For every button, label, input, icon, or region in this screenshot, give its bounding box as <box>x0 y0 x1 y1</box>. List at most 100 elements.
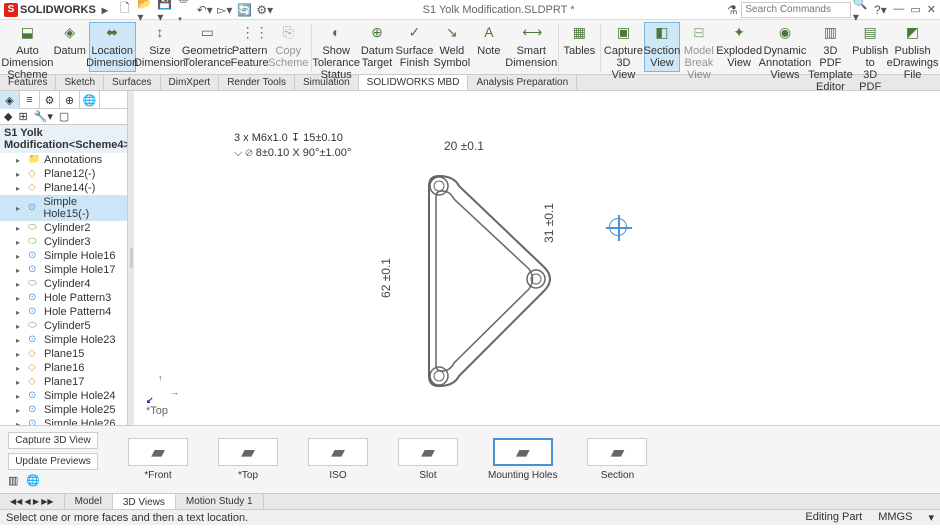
ribbon-smart-button[interactable]: ⟷ Smart Dimension <box>508 22 555 72</box>
tree-item[interactable]: ▸ ⊙ Hole Pattern4 <box>0 305 127 319</box>
vs-icon-1[interactable]: ▥ <box>8 474 18 487</box>
status-units[interactable]: MMGS <box>878 511 912 524</box>
btab-nav-left[interactable]: ◀◀ ◀ ▶ ▶▶ <box>0 494 65 509</box>
save-icon[interactable]: 💾▾ <box>158 3 172 17</box>
tree-item[interactable]: ▸ ⊙ Simple Hole15(-) <box>0 195 127 221</box>
ribbon-size-button[interactable]: ↕ Size Dimension <box>137 22 184 72</box>
expand-icon[interactable]: ▸ <box>16 280 24 289</box>
panel-tab-dimxpert-icon[interactable]: ⊕ <box>60 91 80 109</box>
view-top[interactable]: ▰ *Top <box>218 438 278 481</box>
close-icon[interactable]: ✕ <box>927 3 936 16</box>
open-icon[interactable]: 📂▾ <box>138 3 152 17</box>
feature-tree[interactable]: S1 Yolk Modification<Scheme4> ▸ 📁 Annota… <box>0 125 127 425</box>
restore-icon[interactable]: ▭ <box>910 3 920 16</box>
tab-dimxpert[interactable]: DimXpert <box>161 75 220 90</box>
rebuild-icon[interactable]: 🔄 <box>238 3 252 17</box>
expand-icon[interactable]: ▸ <box>16 420 24 426</box>
ribbon-tables-button[interactable]: ▦ Tables <box>561 22 597 60</box>
tab-simulation[interactable]: Simulation <box>295 75 359 90</box>
tree-item[interactable]: ▸ ◇ Plane14(-) <box>0 181 127 195</box>
help-icon[interactable]: ?▾ <box>873 3 887 17</box>
tree-item[interactable]: ▸ ⬭ Cylinder5 <box>0 319 127 333</box>
tab-solidworks mbd[interactable]: SOLIDWORKS MBD <box>359 75 469 90</box>
ribbon-publish-button[interactable]: ▤ Publish to 3D PDF <box>852 22 888 96</box>
select-icon[interactable]: ▻▾ <box>218 3 232 17</box>
expand-icon[interactable]: ▸ <box>16 204 24 213</box>
expand-icon[interactable]: ▸ <box>16 156 24 165</box>
tree-item[interactable]: ▸ ⊙ Hole Pattern3 <box>0 291 127 305</box>
ribbon-dynamic-button[interactable]: ◉ Dynamic Annotation Views <box>761 22 808 84</box>
tree-item[interactable]: ▸ ⊙ Simple Hole23 <box>0 333 127 347</box>
expand-icon[interactable]: ▸ <box>16 406 24 415</box>
tree-item[interactable]: ▸ 📁 Annotations <box>0 153 127 167</box>
panel-tab-config-icon[interactable]: ⚙ <box>40 91 60 109</box>
expand-icon[interactable]: ▸ <box>16 224 24 233</box>
panel-tab-property-icon[interactable]: ≡ <box>20 91 40 109</box>
tab-surfaces[interactable]: Surfaces <box>104 75 160 90</box>
ribbon-model-button[interactable]: ⊟ Model Break View <box>681 22 717 84</box>
tab-analysis preparation[interactable]: Analysis Preparation <box>468 75 577 90</box>
minimize-icon[interactable]: — <box>893 3 904 16</box>
tree-item[interactable]: ▸ ⊙ Simple Hole24 <box>0 389 127 403</box>
panel-icon-2[interactable]: ⊞ <box>18 110 27 123</box>
tab-render tools[interactable]: Render Tools <box>219 75 295 90</box>
tree-item[interactable]: ▸ ◇ Plane17 <box>0 375 127 389</box>
expand-icon[interactable]: ▸ <box>16 392 24 401</box>
expand-icon[interactable]: ▸ <box>16 266 24 275</box>
view-section[interactable]: ▰ Section <box>587 438 647 481</box>
dim-vertical-62[interactable]: 62 ±0.1 <box>379 258 393 298</box>
btab-model[interactable]: Model <box>65 494 113 509</box>
update-previews-button[interactable]: Update Previews <box>8 453 98 470</box>
view-slot[interactable]: ▰ Slot <box>398 438 458 481</box>
panel-icon-3[interactable]: 🔧▾ <box>34 110 53 123</box>
panel-tab-display-icon[interactable]: 🌐 <box>80 91 100 109</box>
tree-item[interactable]: ▸ ⊙ Simple Hole25 <box>0 403 127 417</box>
expand-icon[interactable]: ▸ <box>16 378 24 387</box>
btab-motion study 1[interactable]: Motion Study 1 <box>176 494 264 509</box>
view-mounting hole[interactable]: ▰ Mounting Holes <box>488 438 557 481</box>
search-funnel-icon[interactable]: ⚗ <box>725 3 739 17</box>
panel-icon-1[interactable]: ◆ <box>4 110 12 123</box>
ribbon-note-button[interactable]: A Note <box>471 22 507 60</box>
expand-icon[interactable]: ▸ <box>16 350 24 359</box>
capture-3d-view-button[interactable]: Capture 3D View <box>8 432 98 449</box>
ribbon-capture-button[interactable]: ▣ Capture 3D View <box>604 22 643 84</box>
tree-root[interactable]: S1 Yolk Modification<Scheme4> <box>0 125 127 153</box>
ribbon-exploded-button[interactable]: ✦ Exploded View <box>718 22 760 72</box>
ribbon-location-button[interactable]: ⬌ Location Dimension <box>89 22 136 72</box>
ribbon-datum-button[interactable]: ⊕ Datum Target <box>359 22 395 72</box>
tree-item[interactable]: ▸ ◇ Plane15 <box>0 347 127 361</box>
ribbon-pattern-button[interactable]: ⋮⋮ Pattern Feature <box>231 22 268 72</box>
tree-item[interactable]: ▸ ⬭ Cylinder4 <box>0 277 127 291</box>
panel-tab-feature-tree-icon[interactable]: ◈ <box>0 91 20 109</box>
ribbon-3d pdf-button[interactable]: ▥ 3D PDF Template Editor <box>810 22 852 96</box>
expand-icon[interactable]: ▸ <box>16 364 24 373</box>
expand-icon[interactable]: ▸ <box>16 184 24 193</box>
ribbon-surface-button[interactable]: ✓ Surface Finish <box>396 22 433 72</box>
ribbon-weld-button[interactable]: ↘ Weld Symbol <box>434 22 470 72</box>
expand-icon[interactable]: ▸ <box>16 336 24 345</box>
view-front[interactable]: ▰ *Front <box>128 438 188 481</box>
expand-icon[interactable]: ▸ <box>16 322 24 331</box>
tree-item[interactable]: ▸ ◇ Plane12(-) <box>0 167 127 181</box>
btab-3d views[interactable]: 3D Views <box>113 494 176 509</box>
ribbon-copy-button[interactable]: ⎘ Copy Scheme <box>269 22 308 72</box>
ribbon-section-button[interactable]: ◧ Section View <box>644 22 680 72</box>
panel-icon-4[interactable]: ▢ <box>59 110 69 123</box>
expand-icon[interactable]: ▸ <box>16 252 24 261</box>
dim-horizontal[interactable]: 20 ±0.1 <box>444 139 484 153</box>
view-iso[interactable]: ▰ ISO <box>308 438 368 481</box>
ribbon-geometric-button[interactable]: ▭ Geometric Tolerance <box>184 22 230 72</box>
tree-item[interactable]: ▸ ⊙ Simple Hole17 <box>0 263 127 277</box>
expand-icon[interactable]: ▸ <box>16 294 24 303</box>
ribbon-publish-button[interactable]: ◩ Publish eDrawings File <box>889 22 936 84</box>
expand-icon[interactable]: ▸ <box>16 308 24 317</box>
options-icon[interactable]: ⚙▾ <box>258 3 272 17</box>
logo-dropdown-icon[interactable]: ▸ <box>98 3 112 17</box>
tree-item[interactable]: ▸ ⬭ Cylinder2 <box>0 221 127 235</box>
status-icon[interactable]: ▾ <box>928 511 934 524</box>
ribbon-datum-button[interactable]: ◈ Datum <box>52 22 88 60</box>
expand-icon[interactable]: ▸ <box>16 238 24 247</box>
new-icon[interactable]: 🗋 <box>118 3 132 17</box>
undo-icon[interactable]: ↶▾ <box>198 3 212 17</box>
